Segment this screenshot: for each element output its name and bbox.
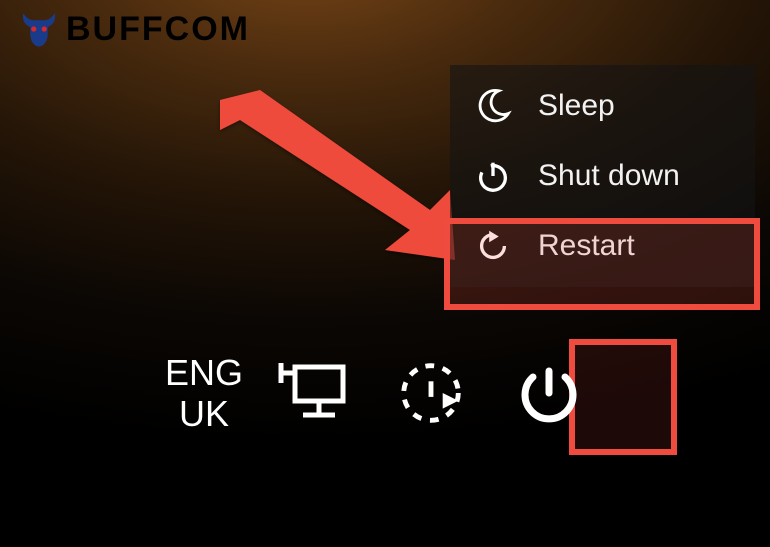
language-indicator[interactable]: ENG UK — [165, 352, 243, 435]
ease-of-access-icon[interactable] — [391, 353, 471, 433]
power-menu: Sleep Shut down Restart — [450, 65, 755, 287]
taskbar-row: ENG UK — [165, 352, 589, 435]
power-icon — [472, 155, 514, 197]
bull-icon — [18, 8, 60, 50]
language-region: UK — [165, 393, 243, 434]
callout-arrow — [200, 90, 460, 270]
menu-item-shutdown[interactable]: Shut down — [450, 141, 755, 211]
menu-label-sleep: Sleep — [538, 89, 615, 123]
language-code: ENG — [165, 352, 243, 393]
restart-icon — [472, 225, 514, 267]
moon-icon — [472, 85, 514, 127]
menu-item-sleep[interactable]: Sleep — [450, 71, 755, 141]
network-icon[interactable] — [277, 353, 357, 433]
logo-text: BUFFCOM — [66, 10, 250, 49]
menu-item-restart[interactable]: Restart — [450, 211, 755, 281]
menu-label-restart: Restart — [538, 229, 635, 263]
power-button[interactable] — [509, 353, 589, 433]
buffcom-watermark: BUFFCOM — [18, 8, 250, 50]
menu-label-shutdown: Shut down — [538, 159, 680, 193]
